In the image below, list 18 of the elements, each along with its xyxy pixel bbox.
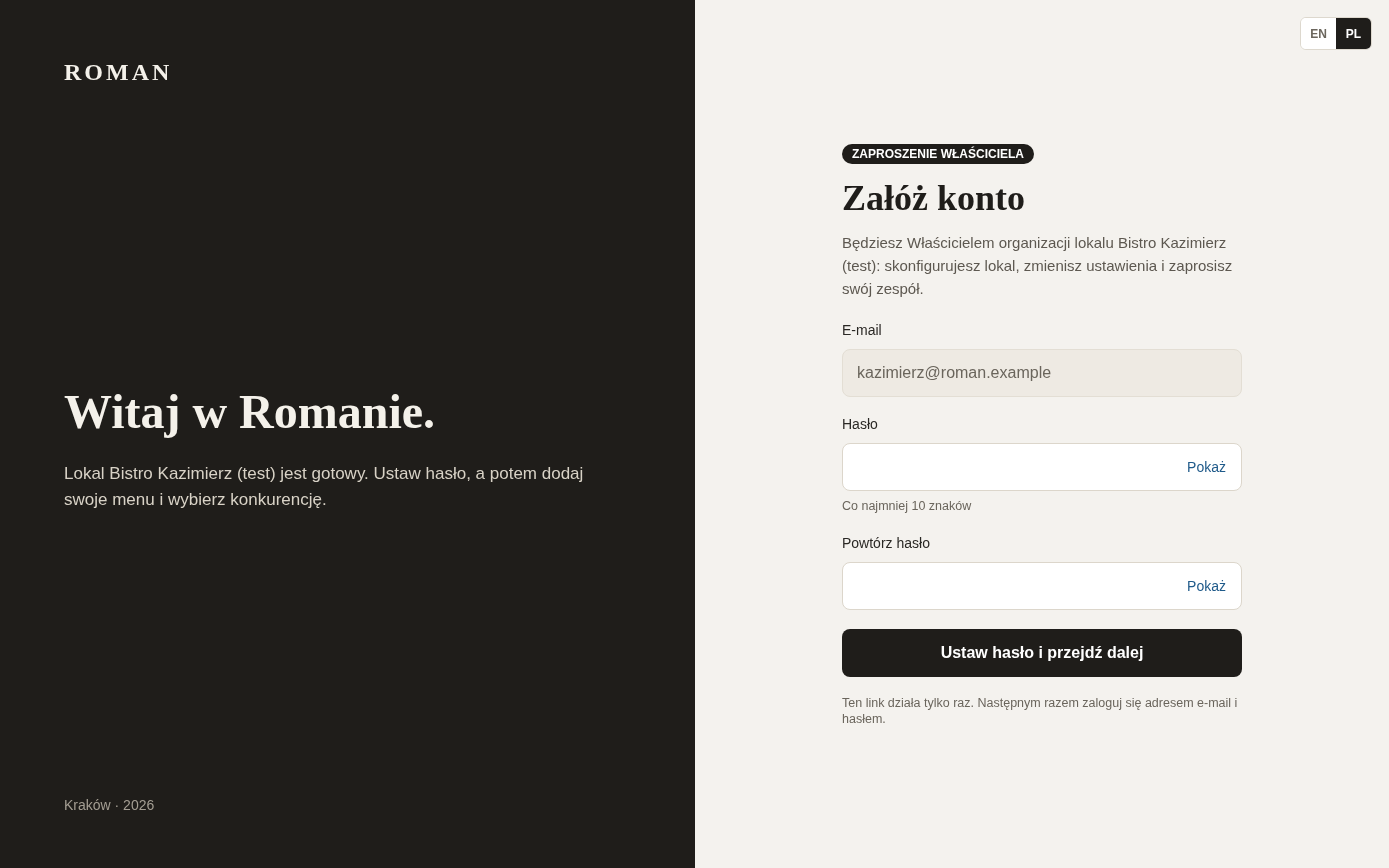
password-field[interactable] [842,561,1242,610]
footer-text: Kraków · 2026 [64,796,155,815]
field-label: E-mail [842,320,883,340]
language-option[interactable]: PL [1336,18,1371,49]
field-hint: Co najmniej 10 znaków [842,497,973,515]
invitation-badge: ZAPROSZENIE WŁAŚCICIELA [842,144,1034,165]
form-note: Ten link działa tylko raz. Następnym razem zaloguj się adresem e-mail i hasłem. [842,694,1239,727]
hero-text: Lokal Bistro Kazimierz (test) jest gotowy. Ustaw hasło, a potem dodaj swoje menu i wybierz konkurencję. [64,462,585,511]
logo: ROMAN [64,60,173,84]
show-password-button[interactable]: Pokaż [1187,577,1226,595]
form-intro: Będziesz Właścicielem organizacji lokalu Bistro Kazimierz (test): skonfigurujesz lokal, zmienisz ustawienia i zaprosisz swój zespół. [842,232,1234,299]
show-password-button[interactable]: Pokaż [1187,458,1226,476]
field-label: Powtórz hasło [842,533,931,553]
submit-button[interactable]: Ustaw hasło i przejdź dalej [842,628,1242,677]
password-field[interactable] [842,442,1242,491]
hero-title: Witaj w Romanie. [64,386,436,439]
field-label: Hasło [842,414,879,434]
form-title: Załóż konto [842,179,1027,219]
